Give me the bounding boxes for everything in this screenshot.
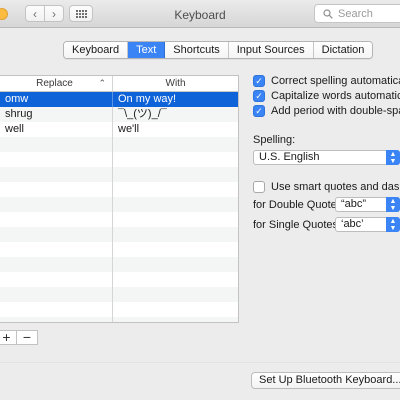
sort-ascending-icon: ⌃ bbox=[98, 78, 106, 88]
tab-keyboard[interactable]: Keyboard bbox=[64, 42, 129, 58]
replace-cell[interactable]: well bbox=[0, 122, 113, 137]
double-quotes-label: for Double Quotes bbox=[253, 199, 343, 211]
table-edit-buttons: + − bbox=[0, 330, 38, 345]
remove-replacement-button[interactable]: − bbox=[17, 330, 37, 344]
divider bbox=[0, 362, 400, 363]
empty-row bbox=[0, 212, 238, 227]
smart-quotes-label: Use smart quotes and dashes bbox=[271, 181, 400, 193]
column-header-replace-label: Replace bbox=[36, 78, 73, 89]
table-row[interactable]: omw On my way! bbox=[0, 92, 238, 107]
double-quotes-value: “abc” bbox=[341, 198, 367, 210]
tab-input-sources[interactable]: Input Sources bbox=[228, 42, 314, 58]
add-period-option[interactable]: ✓ Add period with double-space bbox=[253, 104, 400, 118]
correct-spelling-label: Correct spelling automatically bbox=[271, 75, 400, 87]
with-cell[interactable]: On my way! bbox=[113, 92, 238, 107]
table-body: omw On my way! shrug ¯\_(ツ)_/¯ well we'l… bbox=[0, 92, 238, 322]
text-replacement-table[interactable]: Replace ⌃ With omw On my way! shrug ¯\_(… bbox=[0, 75, 239, 323]
single-quotes-label: for Single Quotes bbox=[253, 219, 338, 231]
tab-shortcuts[interactable]: Shortcuts bbox=[165, 42, 229, 58]
double-quotes-select[interactable]: “abc” ▲ ▼ bbox=[335, 197, 400, 212]
search-field[interactable]: Search bbox=[314, 4, 400, 23]
empty-row bbox=[0, 302, 238, 317]
tab-dictation[interactable]: Dictation bbox=[313, 42, 373, 58]
setup-bluetooth-keyboard-button[interactable]: Set Up Bluetooth Keyboard... bbox=[251, 372, 400, 389]
up-down-arrows-icon: ▲ ▼ bbox=[386, 217, 400, 232]
empty-row bbox=[0, 167, 238, 182]
spelling-select[interactable]: U.S. English ▲ ▼ bbox=[253, 150, 400, 165]
tab-text[interactable]: Text bbox=[128, 42, 166, 58]
smart-quotes-option[interactable]: Use smart quotes and dashes bbox=[253, 180, 400, 194]
correct-spelling-option[interactable]: ✓ Correct spelling automatically bbox=[253, 74, 400, 88]
empty-row bbox=[0, 152, 238, 167]
column-header-with[interactable]: With bbox=[113, 76, 238, 91]
replace-cell[interactable]: omw bbox=[0, 92, 113, 107]
with-cell[interactable]: we'll bbox=[113, 122, 238, 137]
empty-row bbox=[0, 257, 238, 272]
capitalize-words-option[interactable]: ✓ Capitalize words automatically bbox=[253, 89, 400, 103]
empty-row bbox=[0, 227, 238, 242]
spelling-label: Spelling: bbox=[253, 134, 296, 146]
table-row[interactable]: well we'll bbox=[0, 122, 238, 137]
capitalize-words-label: Capitalize words automatically bbox=[271, 90, 400, 102]
single-quotes-select[interactable]: ‘abc’ ▲ ▼ bbox=[335, 217, 400, 232]
search-placeholder: Search bbox=[338, 7, 373, 20]
up-down-arrows-icon: ▲ ▼ bbox=[386, 197, 400, 212]
empty-row bbox=[0, 182, 238, 197]
search-icon bbox=[323, 8, 333, 19]
empty-row bbox=[0, 272, 238, 287]
capitalize-words-checkbox[interactable]: ✓ bbox=[253, 90, 265, 102]
add-replacement-button[interactable]: + bbox=[0, 330, 17, 344]
replace-cell[interactable]: shrug bbox=[0, 107, 113, 122]
correct-spelling-checkbox[interactable]: ✓ bbox=[253, 75, 265, 87]
with-cell[interactable]: ¯\_(ツ)_/¯ bbox=[113, 107, 238, 122]
add-period-label: Add period with double-space bbox=[271, 105, 400, 117]
empty-row bbox=[0, 137, 238, 152]
empty-row bbox=[0, 317, 238, 322]
table-row[interactable]: shrug ¯\_(ツ)_/¯ bbox=[0, 107, 238, 122]
tab-bar: Keyboard Text Shortcuts Input Sources Di… bbox=[63, 41, 374, 59]
empty-row bbox=[0, 197, 238, 212]
title-bar: ‹ › Keyboard Search bbox=[0, 0, 400, 28]
smart-quotes-checkbox[interactable] bbox=[253, 181, 265, 193]
empty-row bbox=[0, 287, 238, 302]
empty-row bbox=[0, 242, 238, 257]
single-quotes-value: ‘abc’ bbox=[341, 218, 364, 230]
up-down-arrows-icon: ▲ ▼ bbox=[386, 150, 400, 165]
table-header: Replace ⌃ With bbox=[0, 76, 238, 92]
column-header-replace[interactable]: Replace ⌃ bbox=[0, 76, 113, 91]
spelling-value: U.S. English bbox=[259, 151, 320, 163]
add-period-checkbox[interactable]: ✓ bbox=[253, 105, 265, 117]
